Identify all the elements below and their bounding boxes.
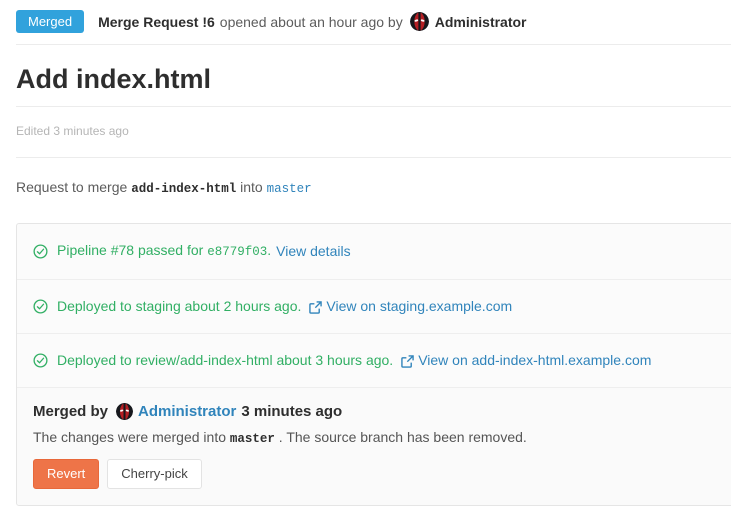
status-badge: Merged	[16, 10, 84, 33]
deployment-row-review: Deployed to review/add-index-html about …	[17, 334, 731, 388]
view-environment-link[interactable]: View on staging.example.com	[326, 297, 512, 316]
check-circle-icon	[33, 353, 48, 368]
author-name-link[interactable]: Administrator	[435, 14, 527, 30]
merged-section: Merged by Administrator 3 minutes ago Th…	[17, 388, 731, 505]
divider	[16, 157, 731, 158]
revert-button[interactable]: Revert	[33, 459, 99, 489]
merged-by-label: Merged by	[33, 403, 108, 420]
request-middle: into	[240, 179, 263, 195]
merged-body-text: The changes were merged into master . Th…	[33, 429, 717, 446]
cherry-pick-button[interactable]: Cherry-pick	[107, 459, 201, 489]
merged-target-branch: master	[230, 432, 275, 446]
mr-state-row: Merged Merge Request !6 opened about an …	[16, 10, 731, 33]
deployment-row-staging: Deployed to staging about 2 hours ago. V…	[17, 280, 731, 334]
deployment-status-text: Deployed to staging about 2 hours ago.	[57, 297, 301, 316]
merged-body-suffix: . The source branch has been removed.	[279, 429, 527, 445]
request-prefix: Request to merge	[16, 179, 127, 195]
pipeline-text: Pipeline #78 passed for	[57, 242, 203, 258]
mr-widget: Pipeline #78 passed for e8779f03. View d…	[16, 223, 731, 506]
pipeline-status-row: Pipeline #78 passed for e8779f03. View d…	[17, 224, 731, 280]
merged-time: 3 minutes ago	[241, 403, 342, 420]
mr-reference: Merge Request !6	[98, 14, 215, 30]
merger-avatar[interactable]	[116, 403, 133, 420]
check-circle-icon	[33, 299, 48, 314]
source-branch: add-index-html	[131, 182, 236, 196]
commit-sha-link[interactable]: e8779f03	[207, 245, 267, 259]
author-avatar[interactable]	[410, 12, 429, 31]
target-branch-link[interactable]: master	[267, 182, 312, 196]
pipeline-status-text: Pipeline #78 passed for e8779f03.	[57, 241, 271, 262]
pipeline-period: .	[267, 242, 271, 258]
deployment-status-text: Deployed to review/add-index-html about …	[57, 351, 393, 370]
view-environment-link[interactable]: View on add-index-html.example.com	[418, 351, 651, 370]
merged-body-prefix: The changes were merged into	[33, 429, 226, 445]
opened-text: opened about an hour ago by	[220, 14, 403, 30]
check-circle-icon	[33, 244, 48, 259]
edited-note: Edited 3 minutes ago	[16, 124, 731, 138]
divider	[16, 106, 731, 107]
merger-name-link[interactable]: Administrator	[138, 403, 236, 420]
widget-actions: Revert Cherry-pick	[33, 459, 717, 489]
view-details-link[interactable]: View details	[276, 242, 350, 261]
merged-by-heading: Merged by Administrator 3 minutes ago	[33, 403, 717, 420]
external-link-icon	[401, 355, 414, 368]
divider	[16, 44, 731, 45]
external-link-icon	[309, 301, 322, 314]
request-to-merge-line: Request to merge add-index-html into mas…	[16, 179, 731, 196]
page-title: Add index.html	[16, 61, 731, 97]
merge-request-page: Merged Merge Request !6 opened about an …	[0, 0, 731, 506]
